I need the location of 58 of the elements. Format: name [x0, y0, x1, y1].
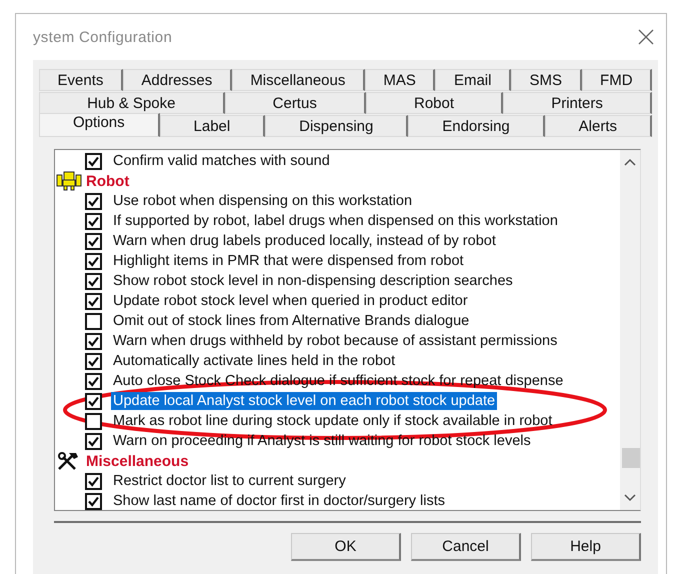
tab[interactable]: Endorsing — [408, 115, 545, 137]
checked-checkbox[interactable] — [85, 432, 102, 450]
scrollbar[interactable] — [620, 150, 640, 510]
option-label[interactable]: Highlight items in PMR that were dispensed from robot — [111, 252, 466, 270]
checked-checkbox[interactable] — [85, 372, 102, 390]
robot-icon — [56, 171, 82, 191]
tab[interactable]: Email — [435, 69, 511, 91]
tab[interactable]: Alerts — [544, 115, 652, 137]
tab[interactable]: Events — [39, 69, 123, 91]
tab[interactable]: Dispensing — [265, 115, 408, 137]
tab[interactable]: Certus — [224, 92, 366, 114]
option-label[interactable]: Use robot when dispensing on this workstation — [111, 192, 414, 210]
option-label[interactable]: Automatically activate lines held in the robot — [111, 352, 398, 370]
option-label[interactable]: Show last name of doctor first in doctor/surgery lists — [111, 492, 448, 510]
tab[interactable]: Printers — [503, 92, 652, 114]
checked-checkbox[interactable] — [85, 492, 102, 510]
dialog-button[interactable]: Cancel — [411, 533, 521, 561]
checked-checkbox[interactable] — [85, 252, 102, 270]
dialog-button[interactable]: OK — [291, 533, 401, 561]
option-label[interactable]: Warn when drug labels produced locally, instead of by robot — [111, 232, 498, 250]
option-label[interactable]: Restrict doctor list to current surgery — [111, 472, 348, 490]
tab[interactable]: Addresses — [122, 69, 232, 91]
checked-checkbox[interactable] — [85, 192, 102, 210]
checked-checkbox[interactable] — [85, 472, 102, 490]
option-label[interactable]: Omit out of stock lines from Alternative Brands dialogue — [111, 312, 472, 330]
option-label[interactable]: Warn when drugs withheld by robot because of assistant permissions — [111, 332, 560, 350]
option-label[interactable]: Show robot stock level in non-dispensing description searches — [111, 272, 515, 290]
tab[interactable]: SMS — [510, 69, 582, 91]
scroll-down-icon[interactable] — [624, 494, 636, 502]
checked-checkbox[interactable] — [85, 272, 102, 290]
dialog-button[interactable]: Help — [531, 533, 641, 561]
option-label[interactable]: Update local Analyst stock level on each robot stock update — [111, 392, 498, 410]
checked-checkbox[interactable] — [85, 352, 102, 370]
section-heading: Robot — [86, 172, 130, 190]
checked-checkbox[interactable] — [85, 152, 102, 170]
checked-checkbox[interactable] — [85, 212, 102, 230]
tab[interactable]: MAS — [364, 69, 436, 91]
checked-checkbox[interactable] — [85, 232, 102, 250]
tab[interactable]: Miscellaneous — [232, 69, 365, 91]
close-icon[interactable] — [638, 29, 654, 45]
option-label[interactable]: Confirm valid matches with sound — [111, 152, 332, 170]
scroll-thumb[interactable] — [622, 448, 640, 468]
option-label[interactable]: Mark as robot line during stock update only if stock available in robot — [111, 412, 554, 430]
window-title: ystem Configuration — [33, 28, 172, 46]
tab[interactable]: Label — [160, 115, 266, 137]
checked-checkbox[interactable] — [85, 332, 102, 350]
scroll-up-icon[interactable] — [624, 158, 636, 166]
tab[interactable]: Robot — [366, 92, 504, 114]
checked-checkbox[interactable] — [85, 392, 102, 410]
option-label[interactable]: Update robot stock level when queried in product editor — [111, 292, 470, 310]
checkbox[interactable] — [85, 412, 102, 430]
tab[interactable]: FMD — [582, 69, 652, 91]
checkbox[interactable] — [85, 312, 102, 330]
section-heading: Miscellaneous — [86, 452, 189, 470]
option-label[interactable]: If supported by robot, label drugs when dispensed on this workstation — [111, 212, 560, 230]
tab[interactable]: Options — [39, 113, 160, 137]
tab[interactable]: Hub & Spoke — [39, 92, 225, 114]
checked-checkbox[interactable] — [85, 292, 102, 310]
